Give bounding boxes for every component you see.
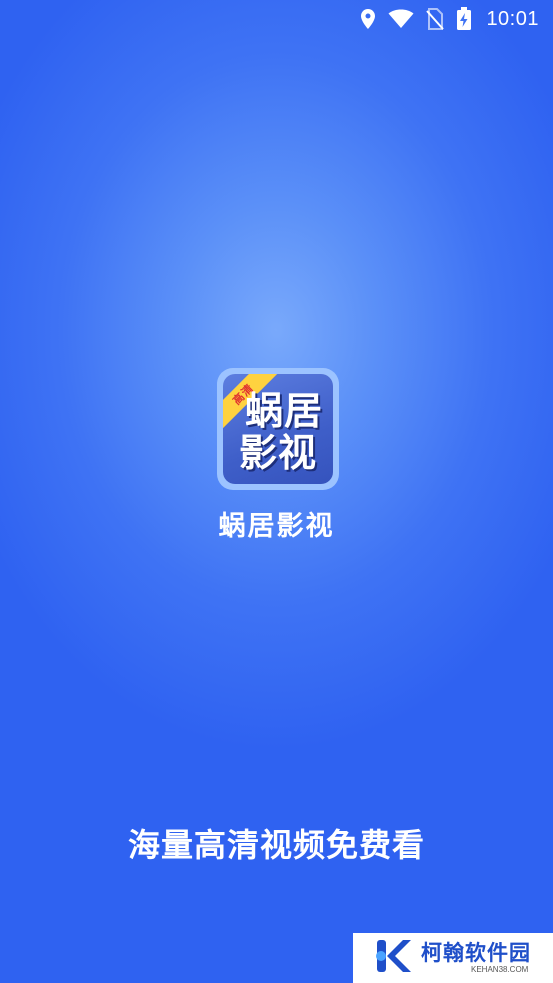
status-bar: 10:01	[0, 0, 553, 38]
watermark-title: 柯翰软件园	[421, 941, 531, 966]
k-logo-icon	[373, 936, 413, 980]
logo-text-line2: 影视	[238, 431, 317, 475]
status-time: 10:01	[486, 7, 539, 30]
app-logo: 高清 蜗居 影视	[217, 368, 339, 490]
app-logo-inner: 高清 蜗居 影视	[223, 374, 333, 484]
location-icon	[360, 8, 376, 30]
app-name: 蜗居影视	[218, 511, 335, 542]
logo-text-line1: 蜗居	[244, 389, 323, 433]
watermark-url: KEHAN38.COM	[471, 964, 529, 974]
wifi-icon	[388, 9, 414, 29]
battery-charging-icon	[456, 7, 472, 31]
no-sim-icon	[426, 8, 445, 30]
tagline: 海量高清视频免费看	[127, 826, 425, 864]
watermark: 柯翰软件园 KEHAN38.COM	[353, 933, 553, 983]
